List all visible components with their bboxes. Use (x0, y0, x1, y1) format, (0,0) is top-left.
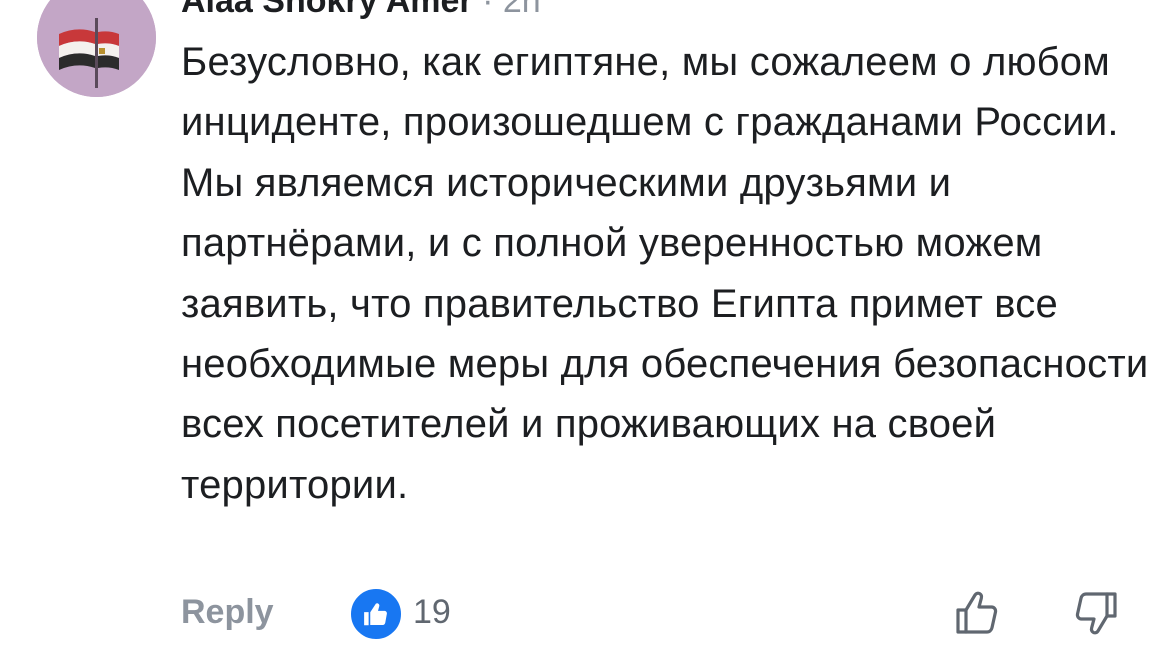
comment-header: Alaa Shokry Amer · 2h (181, 0, 541, 18)
egypt-flag-avatar-icon (37, 0, 156, 97)
like-icon (364, 603, 387, 626)
reply-button[interactable]: Reply (181, 593, 274, 632)
avatar[interactable] (37, 0, 156, 97)
author-name[interactable]: Alaa Shokry Amer (181, 0, 473, 20)
thumbs-down-outline-icon[interactable] (1072, 589, 1120, 637)
timestamp[interactable]: 2h (503, 0, 541, 20)
comment-actions: Reply 19 (0, 585, 1170, 641)
meta-separator: · (482, 0, 494, 20)
like-reaction-icon[interactable] (349, 587, 403, 641)
thumbs-up-outline-icon[interactable] (953, 589, 1001, 637)
comment-text: Безусловно, как египтяне, мы сожалеем о … (181, 40, 1149, 507)
reaction-count[interactable]: 19 (413, 593, 451, 632)
